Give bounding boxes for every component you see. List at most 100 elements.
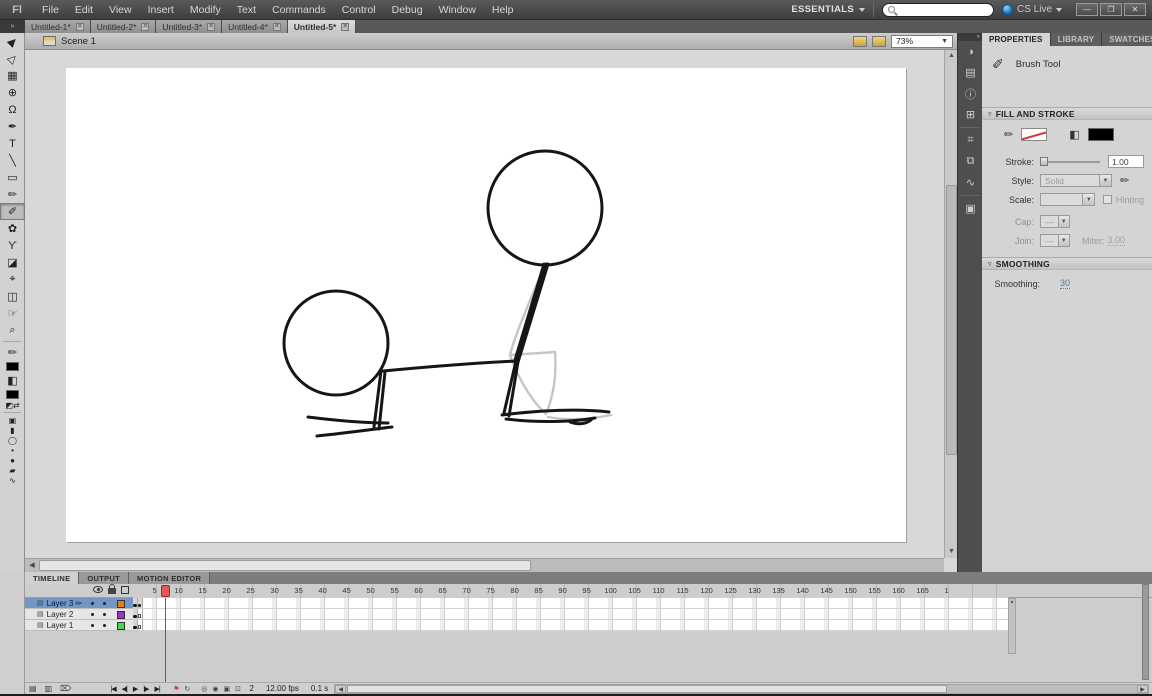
go-to-last-frame-button[interactable]: ▶| [151, 685, 162, 693]
stroke-weight-input[interactable]: 1.00 [1108, 155, 1144, 168]
layer-name-cell[interactable]: ▤Layer 3✏ [25, 598, 133, 609]
scroll-left-arrow[interactable]: ◀ [25, 559, 39, 572]
menu-window[interactable]: Window [431, 0, 484, 20]
motion-presets-panel-icon[interactable]: ∿ [958, 172, 983, 193]
layer-name-cell[interactable]: ▤Layer 2 [25, 609, 133, 620]
frame-rate-indicator[interactable]: 12.00 fps [260, 684, 305, 693]
tab-properties[interactable]: PROPERTIES [982, 33, 1051, 46]
document-tab[interactable]: Untitled-3*✕ [156, 20, 222, 33]
menu-modify[interactable]: Modify [182, 0, 229, 20]
tab-timeline[interactable]: TIMELINE [25, 572, 79, 584]
loop-marker-icon[interactable]: ⚑ [171, 685, 182, 693]
menu-file[interactable]: File [34, 0, 67, 20]
close-tab-icon[interactable]: ✕ [341, 23, 349, 31]
paint-bucket-tool[interactable]: ◪ [0, 254, 25, 271]
modify-markers-button[interactable]: ⊡ [233, 685, 244, 693]
loop-playback-button[interactable]: ↻ [182, 685, 193, 693]
playhead[interactable] [161, 585, 170, 597]
dock-collapse-button[interactable]: » [958, 33, 982, 41]
layer-visibility-lock-dots[interactable] [91, 620, 106, 631]
layer-name-cell[interactable]: ▤Layer 1 [25, 620, 133, 631]
step-back-button[interactable]: ◀| [119, 685, 130, 693]
free-transform-tool[interactable]: ▦ [0, 67, 25, 84]
document-tab[interactable]: Untitled-2*✕ [91, 20, 157, 33]
edit-scene-button[interactable] [853, 36, 867, 47]
brush-size-dot-option[interactable]: • [0, 445, 25, 455]
stroke-weight-slider[interactable] [1040, 161, 1100, 163]
bone-tool[interactable]: ϒ [0, 237, 25, 254]
timeline-layer-row[interactable]: ▤Layer 2 [25, 609, 1152, 620]
lock-dot[interactable] [103, 613, 106, 616]
code-snippets-panel-icon[interactable]: ⌗ [958, 130, 983, 151]
cap-select[interactable]: — ▼ [1040, 215, 1070, 228]
menu-edit[interactable]: Edit [67, 0, 101, 20]
stage[interactable] [66, 68, 906, 542]
layer-outline-color-chip[interactable] [117, 611, 125, 619]
lock-dot[interactable] [103, 624, 106, 627]
eyedropper-tool[interactable]: ⌖ [0, 271, 25, 288]
smoothing-value[interactable]: 30 [1060, 278, 1070, 289]
vertical-scroll-thumb[interactable] [946, 185, 957, 455]
hinting-checkbox[interactable] [1103, 195, 1112, 204]
lock-all-layers-icon[interactable] [108, 588, 116, 594]
black-white-swap-buttons[interactable]: ◩⇄ [0, 400, 25, 410]
brush-tool[interactable]: ✐ [0, 203, 25, 220]
swatches-panel-icon[interactable]: ▤ [958, 62, 983, 83]
project-panel-icon[interactable]: ▣ [958, 198, 983, 219]
scroll-right-arrow[interactable]: ▶ [1137, 685, 1148, 693]
zoom-level-select[interactable]: 73% ▼ [891, 35, 953, 48]
pencil-tool[interactable]: ✏ [0, 186, 25, 203]
tab-output[interactable]: OUTPUT [79, 572, 129, 584]
eraser-tool[interactable]: ◫ [0, 288, 25, 305]
document-tab[interactable]: Untitled-5*✕ [288, 20, 357, 33]
frames-vertical-scrollbar[interactable]: ▲ [1008, 598, 1016, 654]
close-tab-icon[interactable]: ✕ [273, 23, 281, 31]
play-button[interactable]: ▶ [130, 685, 140, 693]
deco-tool[interactable]: ✿ [0, 220, 25, 237]
edit-symbols-button[interactable] [872, 36, 886, 47]
fill-and-stroke-section-header[interactable]: ▿ FILL AND STROKE [982, 107, 1152, 120]
document-tab[interactable]: Untitled-1*✕ [25, 20, 91, 33]
onion-skin-outlines-button[interactable]: ◉ [210, 685, 221, 693]
align-panel-icon[interactable]: ⊞ [958, 104, 983, 125]
fill-color-swatch[interactable] [1088, 128, 1114, 141]
show-hide-all-layers-icon[interactable] [93, 586, 103, 593]
visibility-dot[interactable] [91, 602, 94, 605]
layer-frames-track[interactable] [133, 609, 1008, 620]
timeline-scroll-thumb[interactable] [347, 685, 947, 693]
object-drawing-toggle[interactable]: ▣ [0, 415, 25, 425]
close-tab-icon[interactable]: ✕ [207, 23, 215, 31]
workspace-switcher[interactable]: ESSENTIALS [791, 4, 865, 15]
new-folder-button[interactable]: ▥ [41, 684, 57, 693]
close-tab-icon[interactable]: ✕ [141, 23, 149, 31]
text-tool[interactable]: T [0, 135, 25, 152]
lock-dot[interactable] [103, 602, 106, 605]
stroke-color-chip[interactable] [6, 362, 19, 371]
document-tab[interactable]: Untitled-4*✕ [222, 20, 288, 33]
hand-tool[interactable]: ☞ [0, 305, 25, 322]
3d-rotation-tool[interactable]: ⊕ [0, 84, 25, 101]
visibility-dot[interactable] [91, 613, 94, 616]
layer-outline-color-chip[interactable] [117, 622, 125, 630]
menu-insert[interactable]: Insert [140, 0, 182, 20]
tab-swatches[interactable]: SWATCHES [1102, 33, 1152, 46]
lasso-tool[interactable]: Ω [0, 101, 25, 118]
brush-shape-option[interactable]: ▰ [0, 465, 25, 475]
tools-dock-collapse-button[interactable]: » [0, 20, 25, 33]
menu-control[interactable]: Control [334, 0, 384, 20]
layer-visibility-lock-dots[interactable] [91, 598, 106, 609]
color-panel-icon[interactable]: ◑ [958, 41, 983, 62]
info-panel-icon[interactable]: ⓘ [958, 83, 983, 104]
components-panel-icon[interactable]: ⧉ [958, 151, 983, 172]
slider-handle[interactable] [1040, 157, 1048, 166]
timeline-right-scrollbar[interactable] [1142, 584, 1149, 680]
rectangle-tool[interactable]: ▭ [0, 169, 25, 186]
layer-outline-color-chip[interactable] [117, 600, 125, 608]
timeline-layer-row[interactable]: ▤Layer 3✏ [25, 598, 1152, 609]
menu-debug[interactable]: Debug [384, 0, 431, 20]
custom-stroke-style-button[interactable]: ✏ [1120, 174, 1129, 187]
selection-tool[interactable]: ▶ [0, 33, 25, 50]
menu-help[interactable]: Help [484, 0, 522, 20]
menu-commands[interactable]: Commands [264, 0, 334, 20]
timeline-layer-row[interactable]: ▤Layer 1 [25, 620, 1152, 631]
